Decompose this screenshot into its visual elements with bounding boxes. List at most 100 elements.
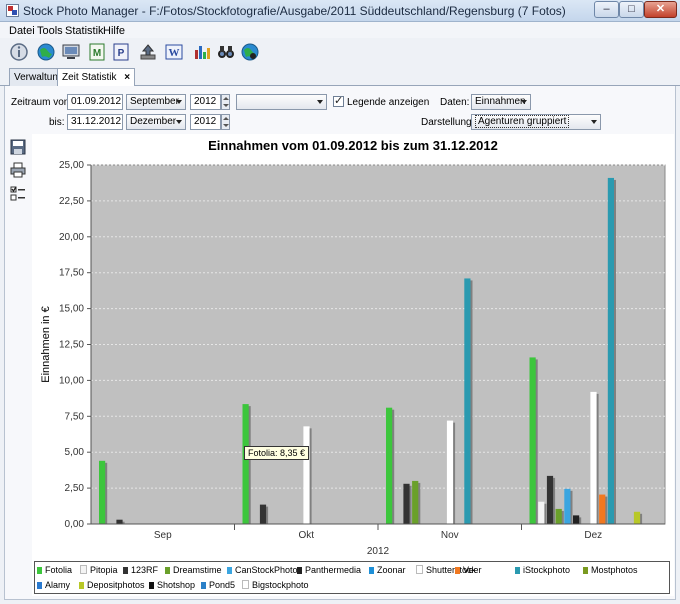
bis-date-field[interactable]: 31.12.2012	[67, 114, 123, 130]
y-tick-label: 7,50	[65, 411, 85, 422]
bis-month-select[interactable]: Dezember	[126, 114, 186, 130]
bar-istockphoto	[607, 177, 614, 524]
bis-year-spinner[interactable]	[221, 114, 230, 130]
y-tick-label: 2,50	[65, 483, 85, 494]
legend-swatch	[369, 567, 374, 574]
info-icon[interactable]	[9, 42, 29, 62]
legend-swatch	[149, 582, 154, 589]
chevron-down-icon	[591, 120, 597, 124]
svg-text:P: P	[118, 48, 125, 59]
x-tick-label: Nov	[441, 530, 459, 541]
menu-hilfe[interactable]: Hilfe	[103, 25, 125, 37]
y-tick-label: 25,00	[59, 160, 84, 171]
menu-statistik[interactable]: Statistik	[65, 25, 104, 37]
legend-label: 123RF	[131, 565, 159, 575]
bar-canstockphoto	[564, 488, 571, 524]
legend-swatch	[37, 582, 42, 589]
bar-fotolia	[386, 407, 393, 524]
legend-label: Shotshop	[157, 580, 196, 590]
y-tick-label: 0,00	[65, 519, 85, 530]
extra-select[interactable]	[236, 94, 327, 110]
chevron-down-icon	[317, 100, 323, 104]
bar-panthermedia	[573, 515, 580, 524]
document-p-icon[interactable]: P	[111, 42, 131, 62]
legend-swatch	[515, 567, 520, 574]
svg-text:W: W	[169, 47, 180, 59]
y-tick-label: 20,00	[59, 232, 84, 243]
menu-tools[interactable]: Tools	[37, 25, 63, 37]
globe-icon[interactable]	[36, 42, 56, 62]
darstellung-select[interactable]: Agenturen gruppiert	[471, 114, 601, 130]
svg-text:M: M	[93, 48, 101, 59]
document-m-icon[interactable]: M	[87, 42, 107, 62]
tab-close-icon[interactable]: ×	[124, 72, 130, 83]
x-tick-label: Okt	[298, 530, 314, 541]
tab-zeit-statistik[interactable]: Zeit Statistik ×	[57, 68, 136, 87]
legend-item: Mostphotos	[583, 564, 638, 576]
legend-item: Pitopia	[80, 564, 118, 576]
legend-label: Bigstockphoto	[252, 580, 309, 590]
legend-label: Dreamstime	[173, 565, 222, 575]
legend-label: iStockphoto	[523, 565, 571, 575]
x-axis-label: 2012	[367, 546, 390, 557]
bar-123rf	[116, 519, 123, 524]
bar-123rf	[403, 483, 410, 524]
checklist-icon[interactable]	[10, 186, 26, 202]
bar-chart: Einnahmen vom 01.09.2012 bis zum 31.12.2…	[40, 138, 666, 557]
von-year-spinner[interactable]	[221, 94, 230, 110]
y-tick-label: 10,00	[59, 375, 84, 386]
bar-istockphoto	[464, 278, 471, 524]
binoculars-icon[interactable]	[216, 42, 236, 62]
darstellung-label: Darstellung:	[421, 117, 475, 128]
bar-pitopia	[538, 501, 545, 524]
x-tick-label: Sep	[154, 530, 172, 541]
legend-item: Pond5	[201, 579, 235, 591]
bar-depositphotos	[633, 511, 641, 524]
legend-label: Fotolia	[45, 565, 73, 575]
legend-item: Panthermedia	[297, 564, 361, 576]
bar-veer	[599, 494, 606, 524]
bis-month-value: Dezember	[130, 116, 177, 127]
legend-item: Zoonar	[369, 564, 406, 576]
legend-swatch	[583, 567, 588, 574]
daten-select[interactable]: Einnahmen	[471, 94, 531, 110]
upload-icon[interactable]	[138, 42, 158, 62]
legend-swatch	[297, 567, 302, 574]
minimize-button[interactable]: –	[594, 1, 619, 18]
legend-item: CanStockPhoto	[227, 564, 298, 576]
menu-datei[interactable]: Datei	[9, 25, 35, 37]
von-month-select[interactable]: September	[126, 94, 186, 110]
close-button[interactable]: ✕	[644, 1, 677, 18]
zeitraum-von-label: Zeitraum von:	[11, 97, 73, 108]
y-axis-label: Einnahmen in €	[40, 306, 52, 382]
legend-label: Pitopia	[90, 565, 118, 575]
bar-123rf	[546, 475, 554, 524]
y-tick-label: 22,50	[59, 196, 84, 207]
chart-legend: Fotolia Pitopia 123RF Dreamstime CanStockPho…	[34, 561, 670, 594]
daten-value: Einnahmen	[475, 96, 526, 107]
bar-chart-icon[interactable]	[192, 42, 212, 62]
legend-label: Mostphotos	[591, 565, 638, 575]
legend-swatch	[227, 567, 232, 574]
word-icon[interactable]: W	[164, 42, 184, 62]
legend-swatch	[37, 567, 42, 574]
y-tick-label: 17,50	[59, 268, 84, 279]
globe-binoculars-icon[interactable]	[240, 42, 260, 62]
legende-label: Legende anzeigen	[347, 97, 430, 108]
legend-item: iStockphoto	[515, 564, 570, 576]
monitor-icon[interactable]	[61, 42, 81, 62]
legend-item: Fotolia	[37, 564, 72, 576]
bar-fotolia	[99, 460, 106, 524]
tab-zeit-statistik-label: Zeit Statistik	[62, 72, 117, 83]
legend-label: Panthermedia	[305, 565, 362, 575]
legende-checkbox[interactable]	[333, 94, 344, 107]
bis-year-field[interactable]: 2012	[190, 114, 221, 130]
window-title: Stock Photo Manager - F:/Fotos/Stockfoto…	[23, 4, 566, 18]
von-date-field[interactable]: 01.09.2012	[67, 94, 123, 110]
von-year-field[interactable]: 2012	[190, 94, 221, 110]
legend-swatch	[79, 582, 84, 589]
y-tick-label: 5,00	[65, 447, 85, 458]
save-icon[interactable]	[10, 139, 26, 155]
maximize-button[interactable]: □	[619, 1, 644, 18]
print-icon[interactable]	[10, 162, 26, 178]
